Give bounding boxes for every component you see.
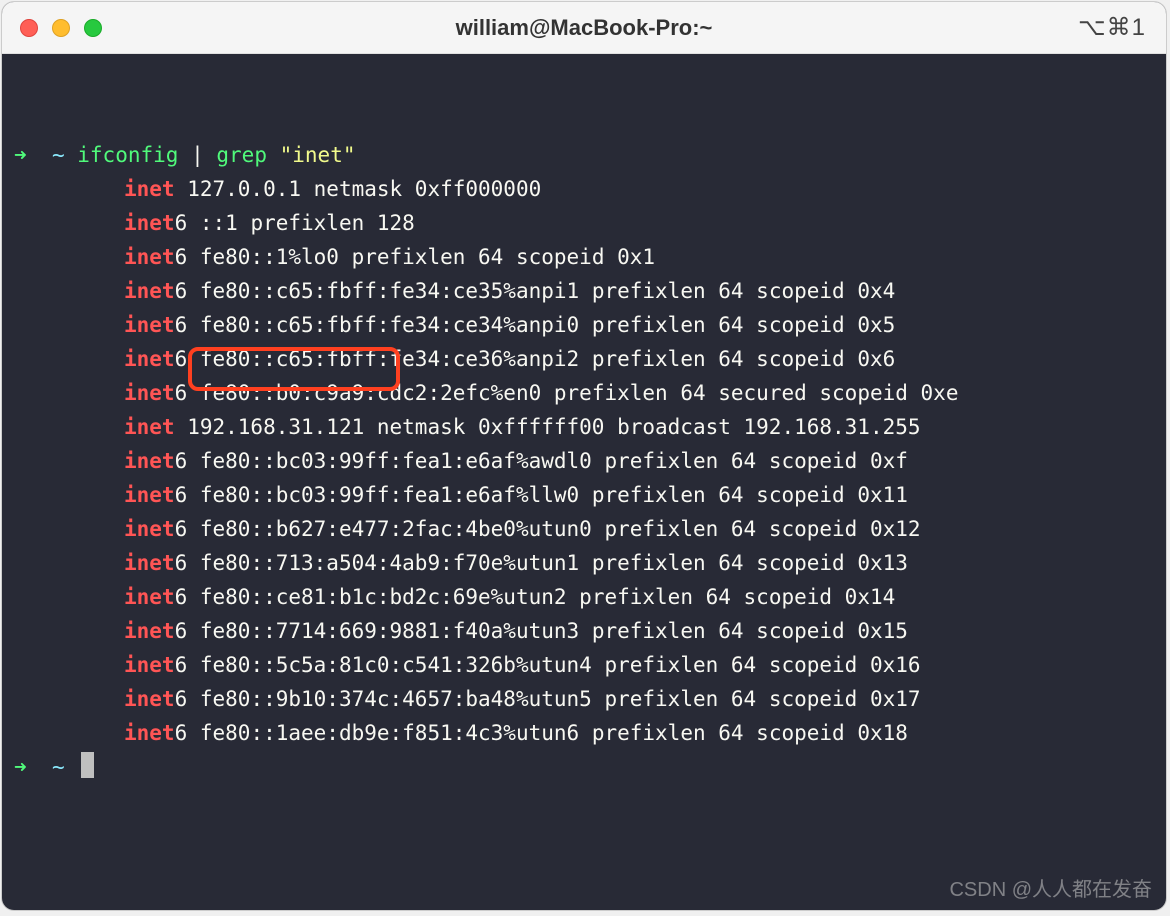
output-text: fe80::ce81:b1c:bd2c:69e%utun2 prefixlen … — [187, 585, 895, 609]
titlebar: william@MacBook-Pro:~ ⌥⌘1 — [2, 2, 1166, 54]
output-line: inet6 fe80::9b10:374c:4657:ba48%utun5 pr… — [14, 682, 1154, 716]
output-text: fe80::713:a504:4ab9:f70e%utun1 prefixlen… — [187, 551, 908, 575]
inet-keyword: inet — [124, 211, 175, 235]
inet-keyword: inet — [124, 483, 175, 507]
output-text: fe80::b0:c9a9:cdc2:2efc%en0 prefixlen 64… — [187, 381, 958, 405]
output-text: fe80::bc03:99ff:fea1:e6af%awdl0 prefixle… — [187, 449, 908, 473]
inet6-suffix: 6 — [175, 721, 188, 745]
output-line: inet6 fe80::b627:e477:2fac:4be0%utun0 pr… — [14, 512, 1154, 546]
inet-keyword: inet — [124, 721, 175, 745]
inet6-suffix: 6 — [175, 551, 188, 575]
traffic-lights — [20, 19, 102, 37]
output-text: fe80::b627:e477:2fac:4be0%utun0 prefixle… — [187, 517, 920, 541]
shortcut-hint: ⌥⌘1 — [1078, 13, 1146, 42]
cmd-ifconfig: ifconfig — [77, 143, 178, 167]
output-line: inet6 fe80::c65:fbff:fe34:ce36%anpi2 pre… — [14, 342, 1154, 376]
output-line: inet6 ::1 prefixlen 128 — [14, 206, 1154, 240]
inet-keyword: inet — [124, 381, 175, 405]
prompt-arrow-icon: ➜ — [14, 143, 27, 167]
inet6-suffix: 6 — [175, 211, 188, 235]
inet-keyword: inet — [124, 687, 175, 711]
prompt-line-empty: ➜ ~ — [14, 750, 1154, 784]
inet-keyword: inet — [124, 177, 175, 201]
inet-keyword: inet — [124, 449, 175, 473]
inet-keyword: inet — [124, 619, 175, 643]
output-line: inet6 fe80::bc03:99ff:fea1:e6af%awdl0 pr… — [14, 444, 1154, 478]
output-line: inet6 fe80::c65:fbff:fe34:ce34%anpi0 pre… — [14, 308, 1154, 342]
prompt-path: ~ — [52, 755, 65, 779]
prompt-line: ➜ ~ ifconfig | grep "inet" — [14, 138, 1154, 172]
output-line: inet 192.168.31.121 netmask 0xffffff00 b… — [14, 410, 1154, 444]
output-text: fe80::5c5a:81c0:c541:326b%utun4 prefixle… — [187, 653, 920, 677]
pipe-symbol: | — [191, 143, 204, 167]
output-text: fe80::c65:fbff:fe34:ce36%anpi2 prefixlen… — [187, 347, 895, 371]
inet-keyword: inet — [124, 415, 175, 439]
inet6-suffix: 6 — [175, 585, 188, 609]
inet-keyword: inet — [124, 347, 175, 371]
inet-keyword: inet — [124, 313, 175, 337]
output-text: fe80::bc03:99ff:fea1:e6af%llw0 prefixlen… — [187, 483, 908, 507]
inet-keyword: inet — [124, 279, 175, 303]
output-text: fe80::c65:fbff:fe34:ce35%anpi1 prefixlen… — [187, 279, 895, 303]
minimize-icon[interactable] — [52, 19, 70, 37]
inet6-suffix: 6 — [175, 653, 188, 677]
terminal-window: william@MacBook-Pro:~ ⌥⌘1 ➜ ~ ifconfig |… — [2, 2, 1166, 910]
window-title: william@MacBook-Pro:~ — [2, 15, 1166, 41]
output-line: inet6 fe80::713:a504:4ab9:f70e%utun1 pre… — [14, 546, 1154, 580]
inet6-suffix: 6 — [175, 687, 188, 711]
grep-arg: "inet" — [280, 143, 356, 167]
close-icon[interactable] — [20, 19, 38, 37]
inet6-suffix: 6 — [175, 619, 188, 643]
output-text: fe80::9b10:374c:4657:ba48%utun5 prefixle… — [187, 687, 920, 711]
inet-keyword: inet — [124, 653, 175, 677]
prompt-path: ~ — [52, 143, 65, 167]
output-text: fe80::1%lo0 prefixlen 64 scopeid 0x1 — [187, 245, 655, 269]
inet6-suffix: 6 — [175, 449, 188, 473]
output-line: inet6 fe80::1aee:db9e:f851:4c3%utun6 pre… — [14, 716, 1154, 750]
inet6-suffix: 6 — [175, 381, 188, 405]
output-text: 192.168.31.121 netmask 0xffffff00 broadc… — [175, 415, 921, 439]
output-line: inet 127.0.0.1 netmask 0xff000000 — [14, 172, 1154, 206]
inet6-suffix: 6 — [175, 517, 188, 541]
prompt-arrow-icon: ➜ — [14, 755, 27, 779]
output-line: inet6 fe80::5c5a:81c0:c541:326b%utun4 pr… — [14, 648, 1154, 682]
inet6-suffix: 6 — [175, 483, 188, 507]
output-text: fe80::1aee:db9e:f851:4c3%utun6 prefixlen… — [187, 721, 908, 745]
watermark: CSDN @人人都在发奋 — [949, 873, 1152, 902]
terminal-body[interactable]: ➜ ~ ifconfig | grep "inet"inet 127.0.0.1… — [2, 54, 1166, 902]
output-line: inet6 fe80::7714:669:9881:f40a%utun3 pre… — [14, 614, 1154, 648]
inet-keyword: inet — [124, 245, 175, 269]
output-line: inet6 fe80::1%lo0 prefixlen 64 scopeid 0… — [14, 240, 1154, 274]
inet-keyword: inet — [124, 551, 175, 575]
output-text: fe80::7714:669:9881:f40a%utun3 prefixlen… — [187, 619, 908, 643]
inet6-suffix: 6 — [175, 245, 188, 269]
inet-keyword: inet — [124, 517, 175, 541]
output-text: ::1 prefixlen 128 — [187, 211, 415, 235]
output-line: inet6 fe80::c65:fbff:fe34:ce35%anpi1 pre… — [14, 274, 1154, 308]
cursor-icon — [81, 752, 94, 778]
cmd-grep: grep — [216, 143, 267, 167]
zoom-icon[interactable] — [84, 19, 102, 37]
inet6-suffix: 6 — [175, 313, 188, 337]
output-text: 127.0.0.1 netmask 0xff000000 — [175, 177, 542, 201]
output-line: inet6 fe80::ce81:b1c:bd2c:69e%utun2 pref… — [14, 580, 1154, 614]
inet-keyword: inet — [124, 585, 175, 609]
output-line: inet6 fe80::bc03:99ff:fea1:e6af%llw0 pre… — [14, 478, 1154, 512]
inet6-suffix: 6 — [175, 279, 188, 303]
output-text: fe80::c65:fbff:fe34:ce34%anpi0 prefixlen… — [187, 313, 895, 337]
inet6-suffix: 6 — [175, 347, 188, 371]
output-line: inet6 fe80::b0:c9a9:cdc2:2efc%en0 prefix… — [14, 376, 1154, 410]
